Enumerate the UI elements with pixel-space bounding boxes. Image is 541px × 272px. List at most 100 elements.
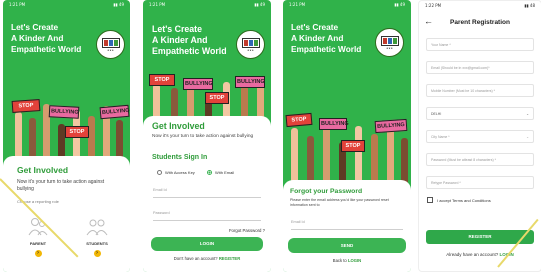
status-icons: ▮▮ 48 — [524, 3, 535, 8]
status-time: 1:21 PM — [9, 2, 26, 7]
email-option[interactable]: With Email — [207, 170, 234, 175]
status-bar: 1:22 PM ▮▮ 48 — [419, 1, 541, 10]
name-field[interactable]: Your Name * — [426, 38, 534, 51]
headline-line: Let's Create — [291, 22, 339, 32]
stop-sign: STOP — [341, 140, 365, 152]
card-title: Get Involved — [152, 121, 205, 131]
email-input[interactable]: Email Id — [291, 220, 403, 230]
login-card: Get Involved Now it's your turn to take … — [143, 116, 271, 272]
status-icons: ▮▮ 49 — [254, 2, 265, 7]
card-title: Get Involved — [17, 165, 69, 175]
school-logo: ★★★ — [96, 30, 125, 59]
send-button[interactable]: SEND — [288, 238, 406, 253]
state-select[interactable]: DELHI ⌄ — [426, 107, 534, 120]
headline-line: Let's Create — [11, 22, 59, 32]
have-account-text: Already have an account? — [446, 252, 499, 257]
mobile-field[interactable]: Mobile Number (Must be 10 characters) * — [426, 84, 534, 97]
field-placeholder: Retype Password * — [431, 181, 461, 185]
checkbox-icon[interactable] — [427, 197, 433, 203]
field-placeholder: Mobile Number (Must be 10 characters) * — [431, 89, 495, 93]
forgot-title: Forgot your Password — [290, 188, 363, 195]
no-account-text: Don't have an account? — [173, 256, 218, 261]
stop-sign: STOP — [205, 92, 229, 104]
chevron-down-icon: ⌄ — [526, 135, 529, 139]
status-bar: 1:21 PM ▮▮ 49 — [143, 0, 271, 9]
login-link[interactable]: LOGIN — [348, 258, 361, 263]
page-title: Parent Registration — [450, 19, 510, 26]
field-placeholder: Password (Must be atleast 8 characters) … — [431, 158, 496, 162]
email-input[interactable]: Email Id — [153, 188, 261, 198]
forgot-text: Please enter the email address you'd lik… — [290, 198, 389, 207]
headline: Let's Create A Kinder And Empathetic Wor… — [11, 22, 81, 55]
login-button[interactable]: LOGIN — [151, 237, 263, 251]
arrow-icon[interactable]: › — [93, 250, 101, 257]
protest-illustration: STOP BULLYING STOP BULLYING — [283, 104, 411, 186]
status-bar: 1:21 PM ▮▮ 49 — [283, 0, 411, 9]
get-involved-card: Get Involved Now it's your turn to take … — [3, 156, 130, 272]
school-logo: ★★★ — [236, 30, 265, 59]
arrow-icon[interactable]: › — [34, 250, 42, 257]
stop-sign: STOP — [285, 112, 313, 128]
headline: Let's Create A Kinder And Empathetic Wor… — [291, 22, 361, 55]
students-icon — [86, 219, 108, 236]
status-icons: ▮▮ 49 — [394, 2, 405, 7]
landing-screen: 1:21 PM ▮▮ 49 Let's Create A Kinder And … — [3, 0, 130, 272]
terms-row[interactable]: I accept Terms and Conditions — [427, 197, 491, 203]
option-label: With Access Key — [165, 170, 195, 175]
headline: Let's Create A Kinder And Empathetic Wor… — [152, 24, 227, 57]
email-field[interactable]: Email (Should be in xxx@gmail.com)* — [426, 61, 534, 74]
terms-label: I accept Terms and Conditions — [437, 197, 491, 203]
chevron-down-icon: ⌄ — [526, 112, 529, 116]
field-placeholder: Email (Should be in xxx@gmail.com)* — [431, 66, 490, 70]
retype-password-field[interactable]: Retype Password * — [426, 176, 534, 189]
radio-checked-icon[interactable] — [207, 170, 212, 175]
parent-registration-screen: 1:22 PM ▮▮ 48 ← Parent Registration Your… — [418, 0, 541, 272]
headline-line: Empathetic World — [152, 46, 227, 56]
status-icons: ▮▮ 49 — [113, 2, 124, 7]
card-text: Now it's your turn to take action agains… — [152, 134, 254, 139]
stop-sign: STOP — [149, 74, 175, 86]
bullying-sign: BULLYING — [374, 118, 408, 134]
headline-line: Empathetic World — [291, 44, 362, 54]
role-parent[interactable]: PARENT › — [25, 216, 51, 257]
password-input[interactable]: Password — [153, 211, 261, 221]
back-text: Back to — [332, 258, 347, 263]
password-field[interactable]: Password (Must be atleast 8 characters) … — [426, 153, 534, 166]
radio-unchecked-icon[interactable] — [157, 170, 162, 175]
role-label: STUDENTS — [86, 241, 108, 246]
headline-line: A Kinder And — [11, 33, 64, 43]
bullying-sign: BULLYING — [319, 118, 349, 130]
stop-sign: STOP — [65, 126, 89, 138]
status-time: 1:21 PM — [289, 2, 306, 7]
status-time: 1:22 PM — [425, 3, 442, 8]
forgot-password-card: Forgot your Password Please enter the em… — [283, 180, 411, 272]
login-prompt: Already have an account? LOGIN — [419, 252, 541, 257]
school-logo: ★★★ — [375, 28, 404, 57]
city-select[interactable]: City Name * ⌄ — [426, 130, 534, 143]
role-label: PARENT — [29, 241, 47, 246]
field-placeholder: Your Name * — [431, 43, 451, 47]
headline-line: A Kinder And — [291, 33, 344, 43]
forgot-password-link[interactable]: Forgot Password ? — [229, 228, 265, 233]
status-time: 1:21 PM — [149, 2, 166, 7]
signin-title: Students Sign In — [152, 154, 208, 161]
bullying-sign: BULLYING — [235, 76, 265, 88]
bullying-sign: BULLYING — [183, 78, 213, 90]
option-label: With Email — [215, 170, 235, 175]
headline-line: A Kinder And — [152, 35, 208, 45]
role-students[interactable]: STUDENTS › — [83, 216, 111, 257]
protest-illustration: STOP BULLYING STOP BULLYING — [3, 92, 130, 162]
bullying-sign: BULLYING — [48, 105, 80, 119]
stop-sign: STOP — [11, 99, 41, 113]
register-link[interactable]: REGISTER — [219, 256, 240, 261]
headline-line: Empathetic World — [11, 44, 82, 54]
bullying-sign: BULLYING — [99, 104, 130, 120]
field-placeholder: City Name * — [431, 135, 450, 139]
back-to-login: Back to LOGIN — [283, 258, 411, 263]
headline-line: Let's Create — [152, 24, 203, 34]
access-key-option[interactable]: With Access Key — [157, 170, 195, 175]
student-login-screen: 1:21 PM ▮▮ 49 Let's Create A Kinder And … — [143, 0, 271, 272]
field-value: DELHI — [431, 112, 442, 116]
status-bar: 1:21 PM ▮▮ 49 — [3, 0, 130, 9]
card-text: Now it's your turn to take action agains… — [17, 179, 105, 192]
